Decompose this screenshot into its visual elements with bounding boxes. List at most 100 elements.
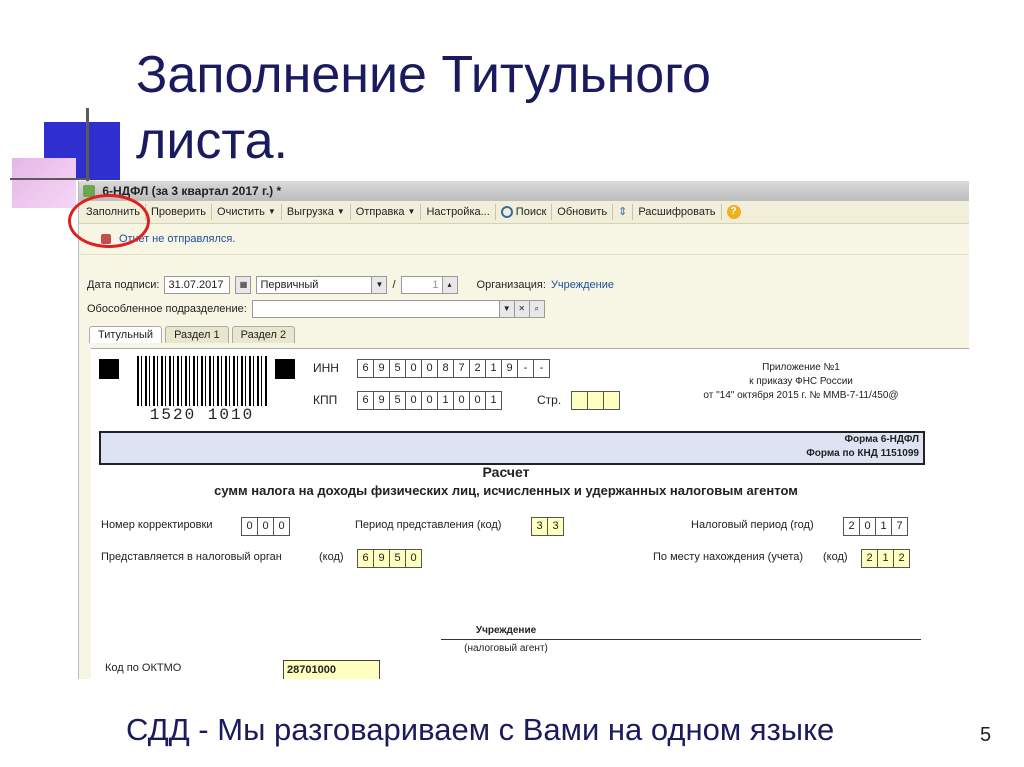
chevron-down-icon: ▼ (336, 207, 345, 216)
window-titlebar: 6-НДФЛ (за 3 квартал 2017 г.) * (79, 181, 969, 201)
inn-cell[interactable]: 7 (453, 359, 470, 378)
slide-title-line2: листа. (136, 112, 288, 170)
location-cell[interactable]: 2 (893, 549, 910, 568)
kpp-cell[interactable]: 6 (357, 391, 374, 410)
tab-section-2[interactable]: Раздел 2 (231, 326, 296, 343)
kpp-cell[interactable]: 0 (469, 391, 486, 410)
title-page-form: 1520 1010 ИНН 6950087219-- КПП 695001001… (91, 348, 969, 679)
clear-x-icon[interactable]: ✕ (513, 300, 530, 318)
chevron-down-icon[interactable]: ▼ (371, 276, 388, 294)
period-cell[interactable]: 3 (531, 517, 548, 536)
page-number: 5 (980, 724, 992, 746)
oktmo-input[interactable]: 28701000 (283, 660, 380, 679)
help-button[interactable]: ? (722, 202, 746, 222)
settings-button[interactable]: Настройка... (421, 202, 494, 222)
agent-underline (441, 639, 921, 640)
calendar-icon[interactable]: ▦ (235, 276, 252, 294)
search-icon[interactable]: ⌕ (528, 300, 545, 318)
kpp-cell[interactable]: 5 (389, 391, 406, 410)
correction-number-input[interactable]: 1 (400, 276, 443, 294)
inn-cell[interactable]: 6 (357, 359, 374, 378)
inn-cell[interactable]: 1 (485, 359, 502, 378)
status-row: Отчет не отправлялся. (79, 224, 969, 255)
chevron-down-icon: ▼ (407, 207, 416, 216)
year-cell[interactable]: 0 (859, 517, 876, 536)
authority-cell[interactable]: 9 (373, 549, 390, 568)
upload-menu-button[interactable]: Выгрузка ▼ (282, 202, 350, 222)
authority-cell[interactable]: 0 (405, 549, 422, 568)
send-menu-button[interactable]: Отправка ▼ (351, 202, 421, 222)
period-cells: 33 (531, 517, 564, 536)
calc-subtitle: сумм налога на доходы физических лиц, ис… (214, 483, 798, 498)
clear-menu-button[interactable]: Очистить ▼ (212, 202, 281, 222)
report-window: 6-НДФЛ (за 3 квартал 2017 г.) * Заполнит… (78, 181, 969, 679)
appendix-line: к приказу ФНС России (749, 376, 853, 387)
kpp-cell[interactable]: 0 (421, 391, 438, 410)
corr-cell[interactable]: 0 (241, 517, 258, 536)
sort-arrows-icon: ⇕ (618, 206, 628, 218)
report-type-select[interactable]: Первичный (256, 276, 373, 294)
location-label: По месту нахождения (учета) (653, 551, 804, 563)
tab-title-page[interactable]: Титульный (89, 326, 163, 343)
sign-date-row: Дата подписи: 31.07.2017 ▦ Первичный ▼ /… (87, 276, 614, 294)
inn-cell[interactable]: 9 (501, 359, 518, 378)
search-button[interactable]: Поиск (496, 202, 551, 222)
toolbar: Заполнить Проверить Очистить ▼ Выгрузка ▼ … (79, 201, 969, 224)
organization-link[interactable]: Учреждение (551, 279, 614, 291)
location-cell[interactable]: 1 (877, 549, 894, 568)
page-cell[interactable] (603, 391, 620, 410)
help-icon: ? (726, 205, 741, 219)
sign-date-label: Дата подписи: (87, 279, 160, 291)
page-cell[interactable] (587, 391, 604, 410)
sign-date-input[interactable]: 31.07.2017 (164, 276, 231, 294)
chevron-down-icon[interactable]: ▼ (498, 300, 515, 318)
decode-label: Расшифровать (638, 206, 716, 218)
corner-marker (275, 359, 295, 379)
page-label: Стр. (537, 393, 562, 407)
refresh-button[interactable]: Обновить (552, 202, 612, 222)
oktmo-label: Код по ОКТМО (105, 662, 182, 674)
inn-cell[interactable]: - (533, 359, 550, 378)
inn-cell[interactable]: - (517, 359, 534, 378)
year-cell[interactable]: 7 (891, 517, 908, 536)
authority-cell[interactable]: 5 (389, 549, 406, 568)
inn-cell[interactable]: 5 (389, 359, 406, 378)
sort-icon-button[interactable]: ⇕ (613, 202, 632, 222)
form-knd: Форма по КНД 1151099 (806, 448, 919, 459)
tab-bar: Титульный Раздел 1 Раздел 2 (89, 326, 296, 343)
tab-section-1[interactable]: Раздел 1 (165, 326, 229, 343)
inn-cells: 6950087219-- (357, 359, 550, 378)
form-header-bar: Форма 6-НДФЛ Форма по КНД 1151099 (99, 431, 925, 465)
authority-cell[interactable]: 6 (357, 549, 374, 568)
slash-separator: / (392, 279, 396, 291)
page-cell[interactable] (571, 391, 588, 410)
kpp-cell[interactable]: 9 (373, 391, 390, 410)
corr-cell[interactable]: 0 (273, 517, 290, 536)
division-row: Обособленное подразделение: ▼ ✕ ⌕ (87, 300, 545, 318)
kpp-cell[interactable]: 0 (405, 391, 422, 410)
upload-label: Выгрузка (286, 206, 334, 218)
corr-cell[interactable]: 0 (257, 517, 274, 536)
year-cell[interactable]: 2 (843, 517, 860, 536)
period-cell[interactable]: 3 (547, 517, 564, 536)
division-input[interactable] (251, 300, 500, 318)
year-cell[interactable]: 1 (875, 517, 892, 536)
location-cell[interactable]: 2 (861, 549, 878, 568)
inn-cell[interactable]: 0 (421, 359, 438, 378)
slide-title-line1: Заполнение Титульного (136, 46, 711, 104)
barcode-image (137, 356, 267, 406)
deco-pink-square (12, 158, 76, 208)
check-button[interactable]: Проверить (146, 202, 211, 222)
kpp-cell[interactable]: 1 (437, 391, 454, 410)
inn-cell[interactable]: 9 (373, 359, 390, 378)
inn-cell[interactable]: 2 (469, 359, 486, 378)
kpp-cell[interactable]: 0 (453, 391, 470, 410)
window-title: 6-НДФЛ (за 3 квартал 2017 г.) * (102, 184, 282, 198)
stepper-icon[interactable]: ▴ (441, 276, 458, 294)
location-code-label: (код) (823, 551, 848, 563)
decode-button[interactable]: Расшифровать (633, 202, 720, 222)
kpp-cell[interactable]: 1 (485, 391, 502, 410)
inn-cell[interactable]: 0 (405, 359, 422, 378)
refresh-label: Обновить (557, 206, 608, 218)
inn-cell[interactable]: 8 (437, 359, 454, 378)
